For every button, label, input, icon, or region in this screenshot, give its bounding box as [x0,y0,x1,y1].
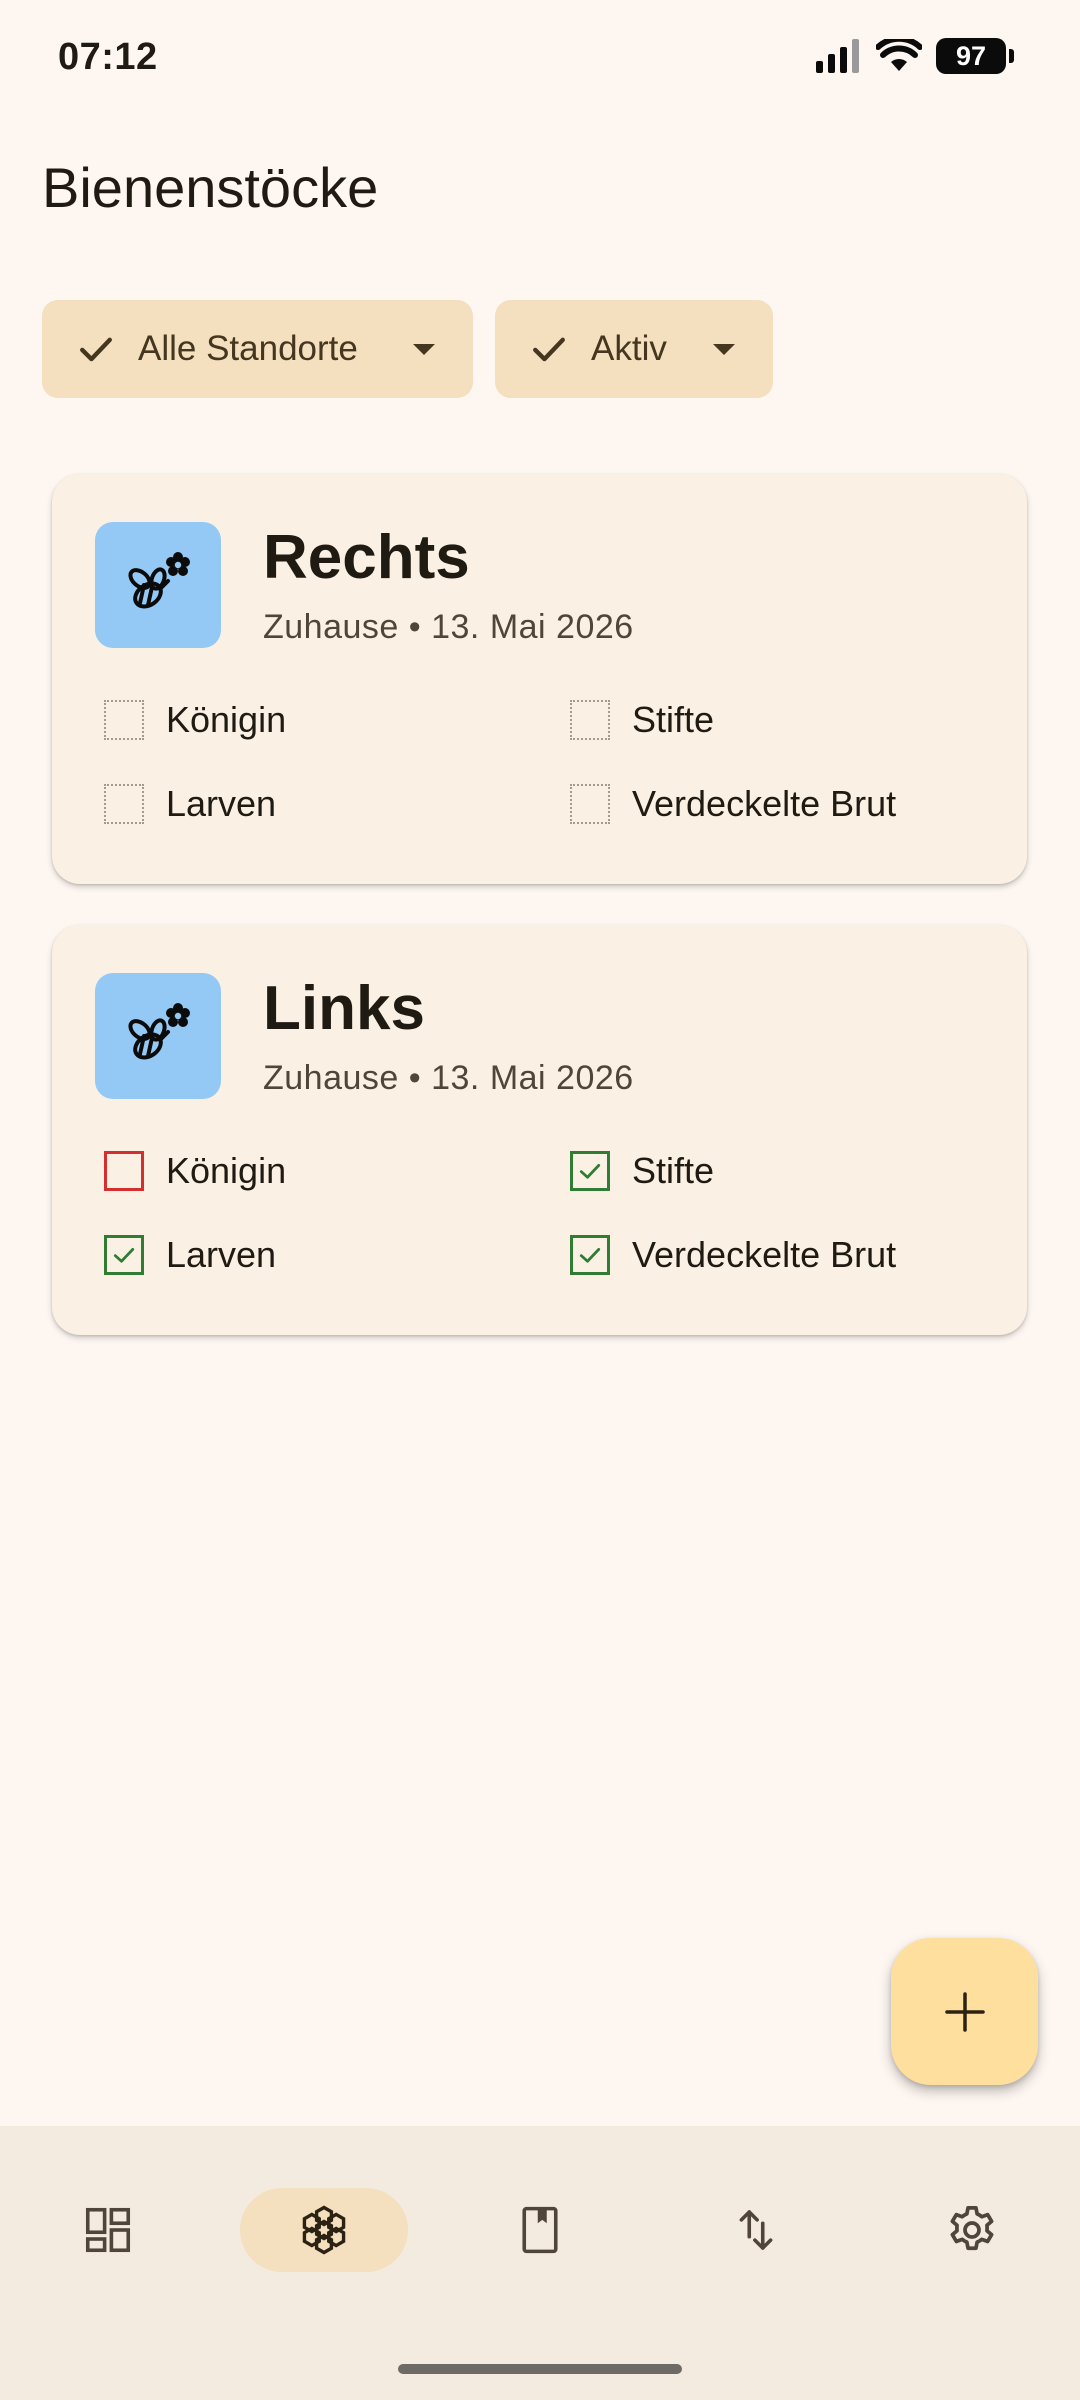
home-indicator [398,2364,682,2374]
hive-meta: Zuhause • 13. Mai 2026 [263,1059,634,1097]
add-hive-button[interactable] [891,1938,1038,2085]
hive-meta: Zuhause • 13. Mai 2026 [263,608,634,646]
check-icon [533,337,565,362]
bottom-navigation [0,2126,1080,2400]
page-title: Bienenstöcke [42,156,379,219]
battery-level: 97 [955,40,987,71]
bee-icon [95,973,221,1099]
status-icons: 97 [816,38,1014,74]
hive-card-links[interactable]: Links Zuhause • 13. Mai 2026 Königin Sti… [52,925,1027,1335]
nav-dashboard[interactable] [24,2188,192,2272]
check-item-koenigin: Königin [104,699,286,741]
nav-sync[interactable] [672,2188,840,2272]
checked-box-icon [570,1151,610,1191]
status-filter-chip[interactable]: Aktiv [495,300,773,398]
status-filter-label: Aktiv [591,329,667,368]
nav-hives[interactable] [240,2188,408,2272]
check-label: Stifte [632,1150,715,1191]
battery-icon: 97 [936,38,1014,74]
dashboard-icon [85,2207,131,2253]
check-label: Verdeckelte Brut [632,1234,897,1275]
status-time: 07:12 [58,36,158,78]
sync-icon [739,2210,773,2250]
empty-checkbox-icon [104,700,144,740]
nav-settings[interactable] [888,2188,1056,2272]
hive-name: Rechts [263,523,470,592]
dropdown-arrow-icon [713,343,735,355]
checked-box-icon [104,1235,144,1275]
check-label: Königin [166,1150,287,1191]
unchecked-box-icon [104,1151,144,1191]
nav-journal[interactable] [456,2188,624,2272]
empty-checkbox-icon [570,784,610,824]
check-item-verdeckelte-brut: Verdeckelte Brut [570,1234,896,1276]
signal-icon [816,39,859,73]
check-item-larven: Larven [104,783,276,825]
empty-checkbox-icon [104,784,144,824]
hive-name: Links [263,974,425,1043]
dropdown-arrow-icon [413,343,435,355]
check-icon [80,337,112,362]
check-label: Stifte [632,699,715,740]
hive-icon [302,2205,346,2255]
status-bar: 07:12 97 [0,0,1080,120]
check-item-koenigin: Königin [104,1150,286,1192]
checked-box-icon [570,1235,610,1275]
location-filter-chip[interactable]: Alle Standorte [42,300,473,398]
empty-checkbox-icon [570,700,610,740]
wifi-icon [876,39,922,71]
check-label: Larven [166,1234,277,1275]
plus-icon [944,1991,985,2032]
check-item-verdeckelte-brut: Verdeckelte Brut [570,783,896,825]
book-icon [522,2206,558,2254]
check-item-stifte: Stifte [570,1150,714,1192]
check-item-larven: Larven [104,1234,276,1276]
bee-icon [95,522,221,648]
check-item-stifte: Stifte [570,699,714,741]
settings-icon [950,2205,994,2251]
check-label: Larven [166,783,277,824]
check-label: Verdeckelte Brut [632,783,897,824]
check-label: Königin [166,699,287,740]
hive-card-rechts[interactable]: Rechts Zuhause • 13. Mai 2026 Königin St… [52,474,1027,884]
location-filter-label: Alle Standorte [138,329,358,368]
